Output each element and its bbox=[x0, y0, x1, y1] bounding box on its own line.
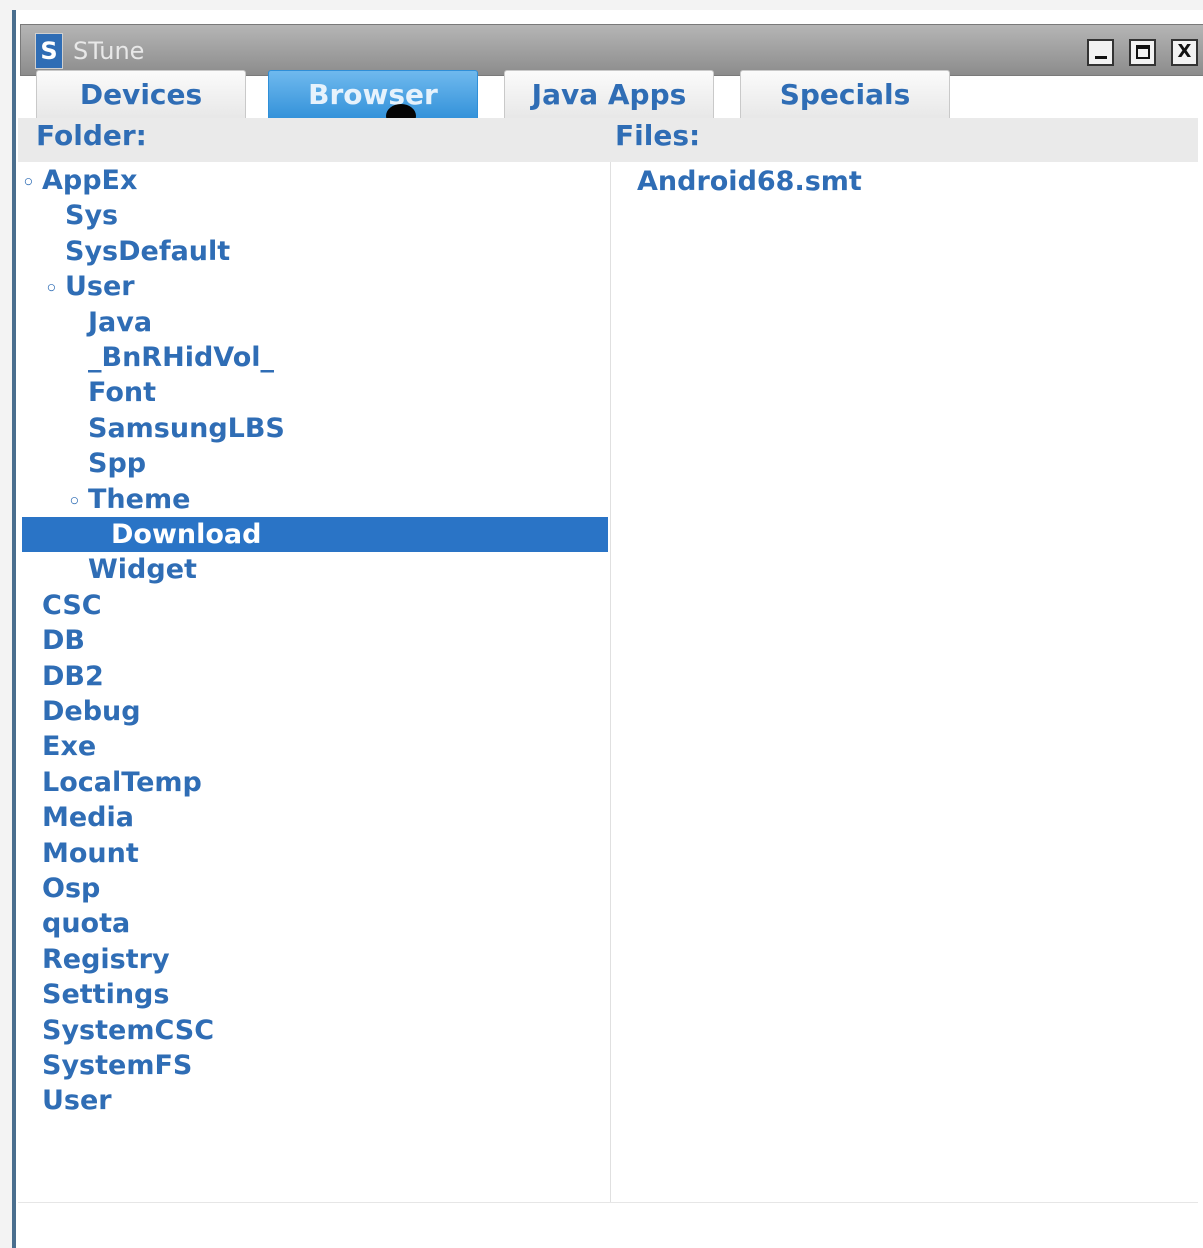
tree-item-label: quota bbox=[42, 908, 131, 940]
tab-browser[interactable]: Browser bbox=[268, 70, 478, 122]
tree-item-sys[interactable]: Sys bbox=[22, 198, 608, 233]
tree-item-label: Spp bbox=[88, 448, 147, 480]
tree-item-spp[interactable]: Spp bbox=[22, 446, 608, 481]
tree-item-systemcsc[interactable]: SystemCSC bbox=[22, 1013, 608, 1048]
tree-item-media[interactable]: Media bbox=[22, 800, 608, 835]
maximize-icon bbox=[1136, 45, 1150, 59]
tree-item-debug[interactable]: Debug bbox=[22, 694, 608, 729]
tree-item-java[interactable]: Java bbox=[22, 305, 608, 340]
tree-item-localtemp[interactable]: LocalTemp bbox=[22, 765, 608, 800]
tab-bar: Devices Browser Java Apps Specials bbox=[18, 64, 1198, 122]
tree-item-widget[interactable]: Widget bbox=[22, 552, 608, 587]
tree-item-sysdefault[interactable]: SysDefault bbox=[22, 234, 608, 269]
tab-java-apps[interactable]: Java Apps bbox=[504, 70, 714, 122]
tree-item-label: SystemFS bbox=[42, 1050, 193, 1081]
tree-item-label: _BnRHidVol_ bbox=[88, 342, 274, 373]
expanded-node-icon[interactable]: ◦ bbox=[45, 271, 65, 306]
tree-item-db[interactable]: DB bbox=[22, 623, 608, 658]
minimize-button[interactable] bbox=[1087, 39, 1114, 66]
tree-item-label: Sys bbox=[65, 200, 119, 232]
expanded-node-icon[interactable]: ◦ bbox=[68, 484, 88, 519]
files-header: Files: bbox=[615, 119, 701, 152]
tree-item-label: DB bbox=[42, 625, 85, 657]
tree-item-label: Media bbox=[42, 802, 134, 834]
tree-item-font[interactable]: Font bbox=[22, 375, 608, 410]
minimize-icon bbox=[1095, 56, 1107, 59]
tab-specials[interactable]: Specials bbox=[740, 70, 950, 122]
tree-item-label: AppEx bbox=[42, 165, 138, 196]
tree-item-label: LocalTemp bbox=[42, 766, 202, 798]
tree-item-download[interactable]: Download bbox=[22, 517, 608, 552]
tree-item-samsunglbs[interactable]: SamsungLBS bbox=[22, 411, 608, 446]
maximize-button[interactable] bbox=[1129, 39, 1156, 66]
tree-item-osp[interactable]: Osp bbox=[22, 871, 608, 906]
tree-item-label: User bbox=[42, 1085, 112, 1117]
tree-item-label: Download bbox=[111, 519, 262, 550]
tree-item-systemfs[interactable]: SystemFS bbox=[22, 1048, 608, 1083]
tree-item-user[interactable]: User bbox=[22, 1083, 608, 1118]
tree-item-label: Widget bbox=[88, 554, 197, 586]
tree-item-label: Mount bbox=[42, 837, 139, 869]
files-pane[interactable]: Android68.smt bbox=[611, 162, 1198, 1202]
tree-item-user[interactable]: ◦ User bbox=[22, 269, 608, 304]
tree-item-label: Exe bbox=[42, 731, 97, 763]
tree-item-label: Debug bbox=[42, 696, 141, 727]
close-button[interactable]: X bbox=[1171, 39, 1198, 66]
tree-item-label: Font bbox=[88, 377, 157, 409]
column-header-bar: Folder: Files: bbox=[18, 118, 1198, 162]
tree-item-label: Registry bbox=[42, 943, 170, 975]
tree-item-label: Osp bbox=[42, 873, 101, 904]
tree-item-settings[interactable]: Settings bbox=[22, 977, 608, 1012]
tree-item-label: Settings bbox=[42, 979, 170, 1011]
tree-item-mount[interactable]: Mount bbox=[22, 836, 608, 871]
window-title: STune bbox=[73, 37, 145, 65]
tree-item-label: SystemCSC bbox=[42, 1014, 215, 1046]
tree-item-label: SamsungLBS bbox=[88, 412, 285, 444]
tree-item-label: DB2 bbox=[42, 660, 104, 692]
folder-header: Folder: bbox=[36, 119, 147, 152]
tree-item-label: Java bbox=[88, 306, 153, 338]
status-strip bbox=[18, 1202, 1198, 1245]
tree-item-theme[interactable]: ◦ Theme bbox=[22, 482, 608, 517]
tree-item-csc[interactable]: CSC bbox=[22, 588, 608, 623]
tree-item-label: CSC bbox=[42, 589, 102, 621]
tree-item-label: Theme bbox=[88, 483, 191, 515]
tab-devices[interactable]: Devices bbox=[36, 70, 246, 122]
tree-item-appex[interactable]: ◦ AppEx bbox=[22, 163, 608, 198]
file-item[interactable]: Android68.smt bbox=[637, 164, 862, 199]
tree-item-db2[interactable]: DB2 bbox=[22, 659, 608, 694]
tree-item-bnrhidvol[interactable]: _BnRHidVol_ bbox=[22, 340, 608, 375]
expanded-node-icon[interactable]: ◦ bbox=[22, 165, 42, 200]
tree-item-quota[interactable]: quota bbox=[22, 906, 608, 941]
tree-item-label: User bbox=[65, 271, 135, 303]
tree-item-registry[interactable]: Registry bbox=[22, 942, 608, 977]
tree-item-label: SysDefault bbox=[65, 235, 231, 267]
tree-item-exe[interactable]: Exe bbox=[22, 729, 608, 764]
folder-tree-pane[interactable]: ◦ AppEx Sys SysDefault ◦ User Java _BnRHidVol_ F… bbox=[18, 162, 611, 1202]
